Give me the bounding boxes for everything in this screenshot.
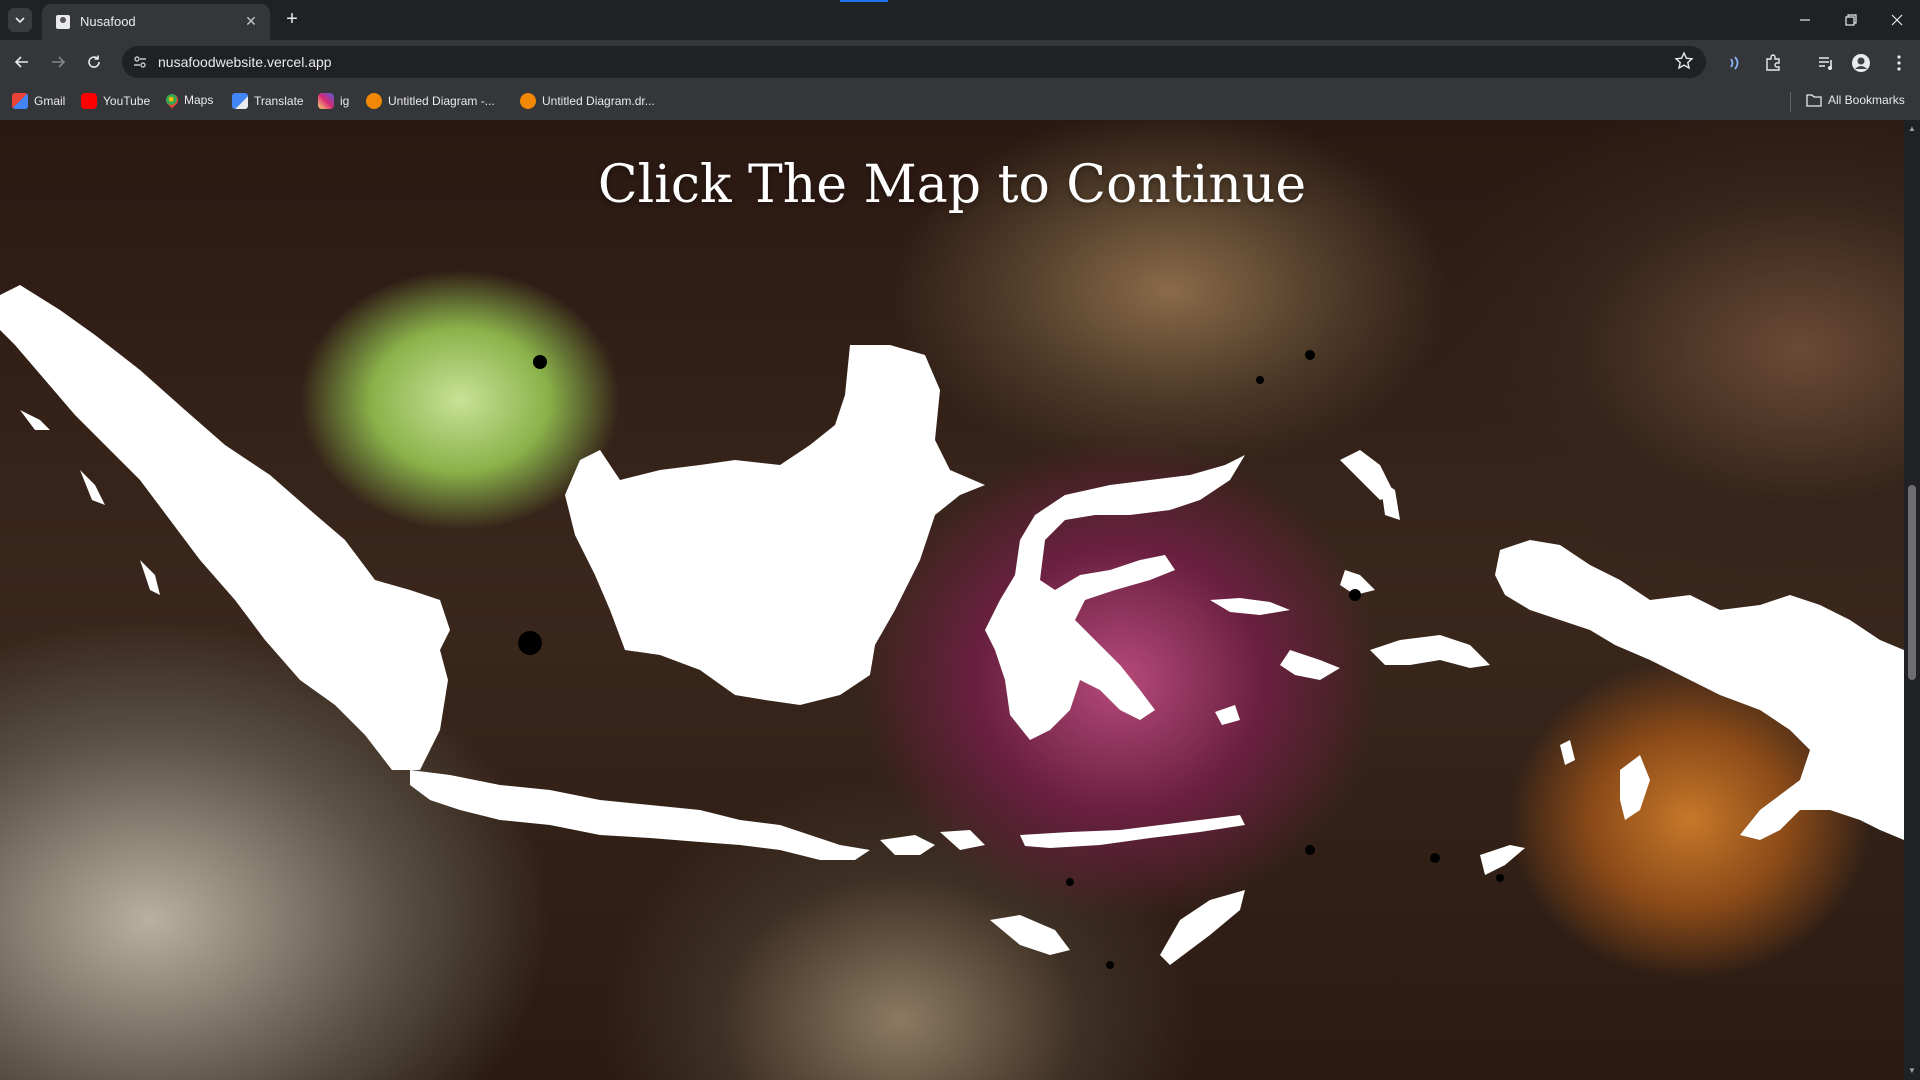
menu-button[interactable] (1888, 52, 1910, 74)
avatar-icon (1852, 54, 1870, 72)
map-region-island (1560, 740, 1575, 765)
close-icon (1891, 14, 1903, 26)
map-region-nusa-tenggara (1160, 890, 1245, 965)
media-controls-button[interactable] (1815, 52, 1837, 74)
map-region-island (1496, 874, 1504, 882)
arrow-left-icon (14, 56, 28, 68)
browser-tab[interactable]: Nusafood ✕ (42, 4, 270, 40)
scroll-down-icon[interactable]: ▼ (1907, 1066, 1917, 1076)
playlist-icon (1819, 57, 1832, 70)
scroll-up-icon[interactable]: ▲ (1907, 124, 1917, 134)
reload-button[interactable] (80, 48, 108, 76)
bookmark-ig[interactable]: ig (318, 93, 349, 109)
indonesia-map[interactable] (0, 120, 1904, 1080)
back-button[interactable] (8, 48, 36, 76)
map-region-island (1256, 376, 1264, 384)
minimize-button[interactable] (1788, 8, 1822, 32)
map-region-island (1620, 755, 1650, 820)
maps-icon (163, 91, 181, 109)
map-region-island (1349, 589, 1361, 601)
tab-strip: Nusafood ✕ + (0, 0, 1920, 40)
bookmark-label: YouTube (103, 94, 151, 108)
map-region-island (80, 470, 105, 505)
chevron-down-icon (15, 17, 25, 24)
instagram-icon (318, 93, 334, 109)
tab-title: Nusafood (80, 14, 136, 29)
new-tab-button[interactable]: + (280, 8, 304, 32)
youtube-icon (81, 93, 97, 109)
map-region-nusa-tenggara (990, 915, 1070, 955)
page-viewport: Click The Map to Continue (0, 120, 1904, 1080)
bookmark-youtube[interactable]: YouTube (81, 93, 150, 109)
restore-button[interactable] (1834, 8, 1868, 32)
page-scrollbar[interactable]: ▲ ▼ (1904, 120, 1920, 1080)
map-region-nusa-tenggara (940, 830, 985, 850)
bookmark-label: Untitled Diagram -... (388, 94, 495, 108)
forward-button[interactable] (44, 48, 72, 76)
map-region-maluku (1210, 598, 1290, 615)
map-region-island (140, 560, 160, 595)
map-region-island (1480, 845, 1525, 875)
bookmarks-divider (1790, 92, 1791, 112)
map-region-island (533, 355, 547, 369)
bookmark-maps[interactable]: Maps (163, 91, 214, 109)
tab-search-button[interactable] (8, 8, 32, 32)
bookmark-gmail[interactable]: Gmail (12, 93, 65, 109)
bookmark-label: ig (340, 94, 350, 108)
bookmark-label: Untitled Diagram.dr... (542, 94, 655, 108)
drawio-icon (366, 93, 382, 109)
close-tab-icon[interactable]: ✕ (242, 12, 260, 30)
sound-waves-icon (1730, 56, 1739, 70)
bookmarks-bar: Gmail YouTube Maps Translate ig Untitled… (0, 84, 1920, 121)
map-region-papua (1495, 540, 1904, 840)
drawio-icon (520, 93, 536, 109)
map-region-kalimantan (565, 345, 985, 705)
site-favicon-icon (56, 15, 70, 29)
bookmark-star-icon[interactable] (1674, 51, 1694, 71)
map-region-java (410, 770, 870, 860)
map-region-island (518, 631, 542, 655)
bookmark-translate[interactable]: Translate (232, 93, 304, 109)
translate-icon (232, 93, 248, 109)
more-vertical-icon (1897, 55, 1901, 71)
gmail-icon (12, 93, 28, 109)
all-bookmarks-label: All Bookmarks (1828, 93, 1905, 107)
reload-icon (88, 55, 100, 68)
map-region-nusa-tenggara (880, 835, 935, 855)
browser-toolbar: nusafoodwebsite.vercel.app (0, 40, 1920, 84)
map-region-maluku (1370, 635, 1490, 668)
map-region-nusa-tenggara (1020, 815, 1245, 848)
map-region-maluku (1280, 650, 1340, 680)
map-region-island (1215, 705, 1240, 725)
folder-icon (1806, 94, 1822, 107)
close-window-button[interactable] (1880, 8, 1914, 32)
restore-icon (1845, 14, 1857, 26)
map-region-island (20, 410, 50, 430)
site-info-icon[interactable] (132, 54, 148, 70)
extensions-button[interactable] (1762, 52, 1784, 74)
puzzle-icon (1766, 54, 1780, 71)
map-region-island (1430, 853, 1440, 863)
bookmark-label: Gmail (34, 94, 66, 108)
scroll-thumb[interactable] (1908, 485, 1916, 680)
bookmark-label: Maps (184, 93, 214, 107)
map-region-sumatra (0, 285, 450, 770)
minimize-icon (1800, 19, 1810, 21)
map-region-island (1106, 961, 1114, 969)
tab-activity-indicator (840, 0, 888, 2)
profile-button[interactable] (1850, 52, 1872, 74)
address-url: nusafoodwebsite.vercel.app (158, 54, 332, 70)
arrow-right-icon (52, 56, 66, 68)
address-bar[interactable]: nusafoodwebsite.vercel.app (122, 46, 1706, 78)
map-region-island (1305, 845, 1315, 855)
map-region-island (1305, 350, 1315, 360)
map-region-sulawesi (985, 455, 1245, 740)
all-bookmarks-button[interactable]: All Bookmarks (1806, 93, 1905, 107)
bookmark-untitled-diagram-2[interactable]: Untitled Diagram.dr... (520, 93, 655, 109)
map-region-island (1066, 878, 1074, 886)
read-aloud-button[interactable] (1724, 52, 1746, 74)
bookmark-label: Translate (254, 94, 304, 108)
bookmark-untitled-diagram-1[interactable]: Untitled Diagram -... (366, 93, 495, 109)
